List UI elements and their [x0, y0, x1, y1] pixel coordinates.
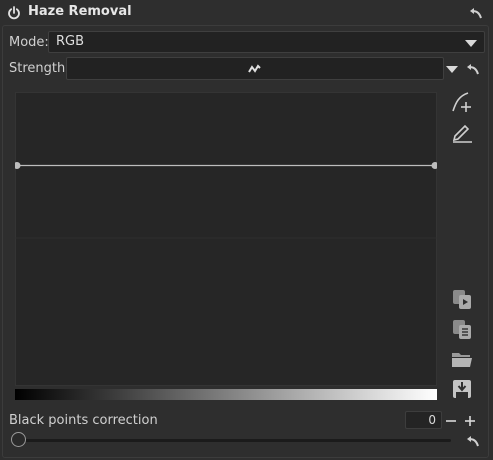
curve-editor[interactable]	[15, 92, 437, 386]
panel-title: Haze Removal	[28, 4, 132, 19]
black-points-reset-icon[interactable]	[465, 434, 481, 448]
reset-arrow-icon[interactable]	[468, 6, 484, 20]
save-icon[interactable]	[450, 377, 474, 401]
mode-dropdown[interactable]: RGB	[48, 31, 485, 53]
mode-label: Mode:	[9, 35, 49, 50]
open-folder-icon[interactable]	[450, 347, 474, 371]
black-points-slider-track[interactable]	[20, 439, 451, 442]
black-points-slider-thumb[interactable]	[11, 432, 26, 447]
copy-icon[interactable]	[450, 287, 474, 311]
strength-dropdown-chevron-icon[interactable]	[446, 66, 458, 73]
power-icon[interactable]	[7, 5, 21, 20]
curve-shape-icon	[248, 64, 261, 73]
plus-button[interactable]	[463, 413, 477, 427]
black-points-label: Black points correction	[9, 413, 158, 428]
strength-label: Strength:	[9, 61, 70, 76]
chevron-down-icon	[465, 40, 477, 47]
paste-icon[interactable]	[450, 317, 474, 341]
curve-point[interactable]	[431, 162, 438, 169]
pencil-icon[interactable]	[450, 120, 474, 144]
curve-edit-point-icon[interactable]	[450, 90, 474, 114]
strength-curve-button[interactable]	[66, 57, 444, 80]
curve-point[interactable]	[15, 162, 21, 169]
strength-reset-icon[interactable]	[465, 62, 481, 76]
black-points-value-input[interactable]: 0	[405, 411, 442, 429]
mode-value: RGB	[56, 34, 85, 49]
luminance-gradient-bar	[15, 389, 437, 400]
minus-button[interactable]	[444, 413, 458, 427]
